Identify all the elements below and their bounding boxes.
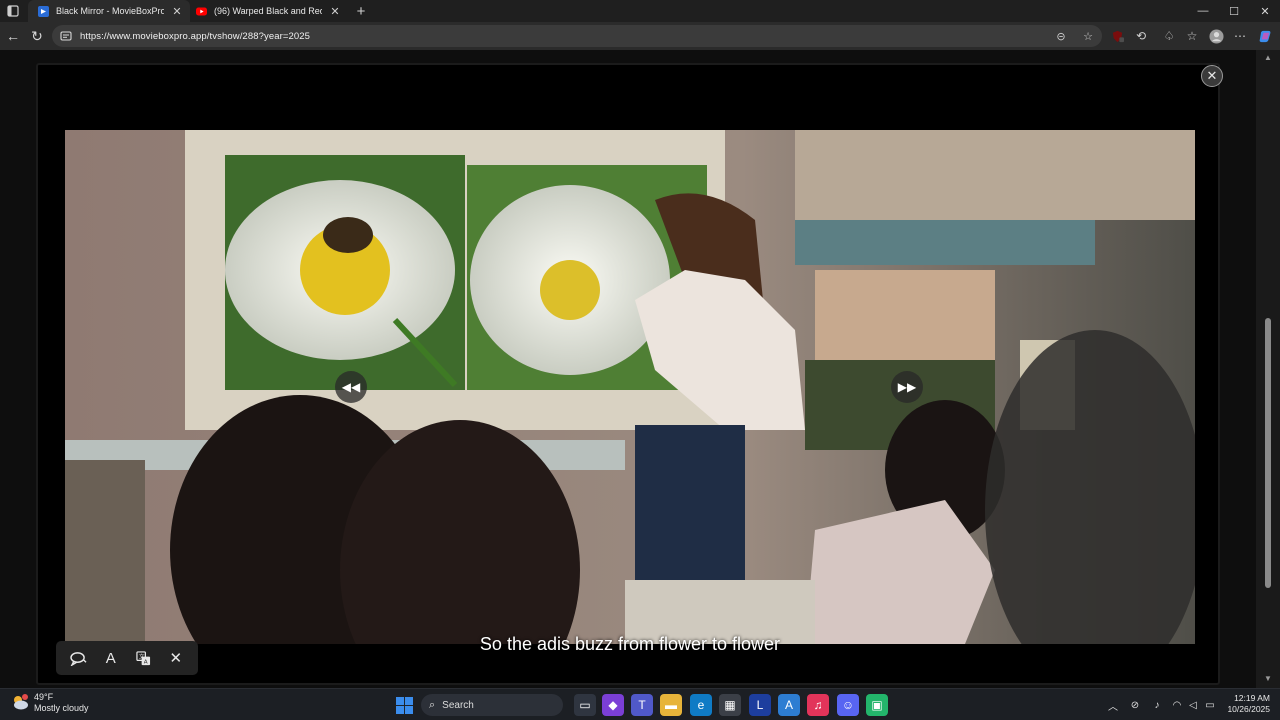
copilot-icon[interactable] — [1256, 27, 1274, 45]
moviebox-icon — [38, 5, 49, 17]
tab-movieboxpro[interactable]: Black Mirror - MovieBoxPro ✕ — [28, 0, 190, 22]
font-icon[interactable]: A — [99, 646, 123, 670]
fast-forward-icon[interactable]: ▶▶ — [891, 371, 923, 403]
music-icon[interactable]: ♫ — [807, 694, 829, 716]
weather-condition: Mostly cloudy — [34, 703, 89, 713]
system-clock[interactable]: 12:19 AM 10/26/2025 — [1222, 693, 1270, 715]
show-hidden-icons[interactable]: ︿ — [1106, 697, 1120, 713]
site-info-icon[interactable] — [60, 30, 72, 42]
app-a-icon[interactable]: A — [778, 694, 800, 716]
video-frame[interactable] — [65, 130, 1195, 644]
back-icon[interactable]: ← — [3, 26, 23, 46]
tray-app-icon[interactable]: ⊘ — [1128, 697, 1142, 713]
edge-icon[interactable]: e — [690, 694, 712, 716]
refresh-icon[interactable]: ↻ — [27, 26, 47, 46]
extensions-icon[interactable]: ⟲ — [1132, 27, 1150, 45]
weather-widget[interactable]: 49°F Mostly cloudy — [10, 692, 89, 714]
close-icon[interactable]: ✕ — [164, 646, 188, 670]
tab-title: Black Mirror - MovieBoxPro — [56, 6, 164, 16]
app-green-icon[interactable]: ▣ — [866, 694, 888, 716]
start-icon[interactable] — [393, 694, 415, 716]
more-menu-icon[interactable]: ⋯ — [1231, 27, 1249, 45]
weather-temp: 49°F — [34, 692, 54, 702]
cloudy-weather-icon — [14, 694, 28, 710]
scroll-down-icon[interactable]: ▼ — [1263, 674, 1273, 684]
windows-taskbar: 49°F Mostly cloudy ⌕ Search ▭ ◆ T ▬ e ▦ … — [0, 688, 1280, 720]
new-tab-button[interactable]: + — [352, 2, 370, 20]
launcher-l-icon[interactable]: L — [749, 694, 771, 716]
taskbar-search[interactable]: ⌕ Search — [421, 694, 563, 716]
favorite-star-icon[interactable]: ☆ — [1080, 28, 1096, 44]
clock-time: 12:19 AM — [1234, 693, 1270, 703]
search-icon: ⌕ — [429, 698, 436, 711]
reader-mode-icon[interactable]: ⊝ — [1053, 28, 1069, 44]
minimize-button[interactable]: — — [1188, 0, 1218, 22]
close-icon[interactable]: ✕ — [1201, 65, 1223, 87]
favorites-icon[interactable]: ☆ — [1183, 27, 1201, 45]
wifi-icon[interactable]: ◠ — [1170, 697, 1184, 713]
rewind-icon[interactable]: ◀◀ — [335, 371, 367, 403]
tab-actions-icon[interactable] — [4, 3, 22, 19]
translate-icon[interactable]: 文A — [131, 646, 155, 670]
browser-toolbar: ← ↻ https://www.movieboxpro.app/tvshow/2… — [0, 22, 1280, 50]
microphone-icon[interactable]: ♪ — [1150, 697, 1164, 713]
copilot-app-icon[interactable]: ◆ — [602, 694, 624, 716]
discord-icon[interactable]: ☺ — [837, 694, 859, 716]
volume-icon[interactable]: ◁ — [1186, 697, 1200, 713]
close-window-button[interactable]: ✕ — [1250, 0, 1280, 22]
profile-avatar[interactable] — [1207, 27, 1225, 45]
browser-essentials-icon[interactable]: ♤ — [1160, 27, 1178, 45]
tab-strip: Black Mirror - MovieBoxPro ✕ (96) Warped… — [0, 0, 1280, 22]
video-still — [65, 130, 1195, 644]
teams-icon[interactable]: T — [631, 694, 653, 716]
url-text[interactable]: https://www.movieboxpro.app/tvshow/288?y… — [80, 31, 310, 42]
svg-text:A: A — [143, 659, 147, 665]
file-explorer-icon[interactable]: ▬ — [660, 694, 682, 716]
scroll-thumb[interactable] — [1265, 318, 1271, 588]
tab-title: (96) Warped Black and Red Y2k N — [214, 6, 322, 16]
clock-date: 10/26/2025 — [1227, 704, 1270, 714]
page-scrollbar[interactable]: ▲ ▼ — [1256, 50, 1280, 688]
store-icon[interactable]: ▦ — [719, 694, 741, 716]
tab-youtube[interactable]: (96) Warped Black and Red Y2k N ✕ — [186, 0, 348, 22]
tab-close-icon[interactable]: ✕ — [170, 4, 184, 18]
task-view-icon[interactable]: ▭ — [574, 694, 596, 716]
youtube-icon — [196, 6, 207, 17]
battery-icon[interactable]: ▭ — [1203, 697, 1217, 713]
search-placeholder: Search — [442, 699, 474, 711]
player-toolbar: A 文A ✕ — [56, 641, 198, 675]
tab-close-icon[interactable]: ✕ — [328, 4, 342, 18]
subtitle-style-icon[interactable] — [66, 646, 90, 670]
extension-ublock-icon[interactable] — [1108, 27, 1126, 45]
maximize-button[interactable]: ☐ — [1219, 0, 1249, 22]
address-bar[interactable]: https://www.movieboxpro.app/tvshow/288?y… — [52, 25, 1102, 47]
scroll-up-icon[interactable]: ▲ — [1263, 53, 1273, 63]
